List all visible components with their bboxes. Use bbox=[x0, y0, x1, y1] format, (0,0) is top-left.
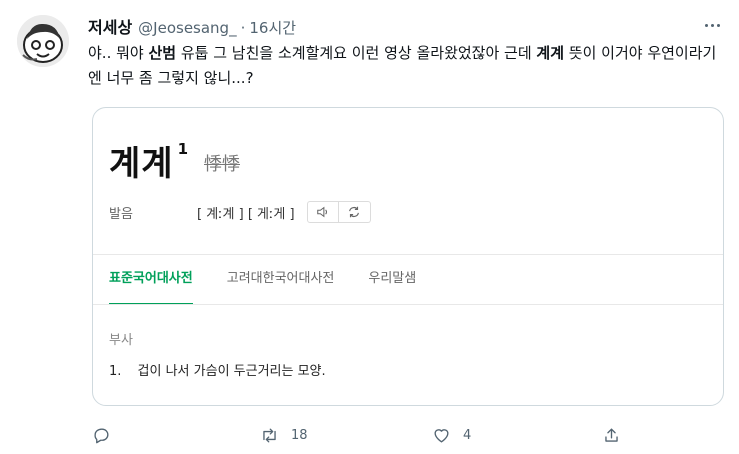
definition: 1. 겁이 나서 가슴이 두근거리는 모양. bbox=[109, 360, 326, 379]
tweet-text-part: 야.. 뭐야 bbox=[88, 44, 149, 62]
retweet-button[interactable]: 18 bbox=[260, 422, 308, 448]
share-icon bbox=[602, 426, 621, 445]
tab-urimalsaem[interactable]: 우리말샘 bbox=[368, 255, 416, 305]
tweet-text: 야.. 뭐야 산범 유툽 그 남친을 소계할계요 이런 영상 올라왔었잖아 근데… bbox=[88, 41, 728, 91]
reply-icon bbox=[92, 426, 111, 445]
headword-number: 1 bbox=[177, 140, 188, 158]
headword: 계계 bbox=[109, 144, 174, 184]
definition-number: 1. bbox=[109, 364, 122, 379]
dictionary-headword: 계계 1 悸悸 bbox=[109, 136, 240, 185]
retweet-count: 18 bbox=[291, 427, 308, 443]
tweet-text-bold: 계계 bbox=[536, 44, 565, 62]
tabs-divider bbox=[93, 304, 723, 305]
tweet: 저세상 @Jeosesang_ · 16시간 야.. 뭐야 산범 유툽 그 남친… bbox=[0, 0, 739, 454]
speaker-icon[interactable] bbox=[306, 201, 339, 223]
pronunciation-label: 발음 bbox=[109, 206, 133, 222]
like-icon bbox=[432, 426, 451, 445]
tweet-timestamp[interactable]: 16시간 bbox=[249, 17, 296, 38]
definition-text: 겁이 나서 가슴이 두근거리는 모양. bbox=[137, 364, 326, 379]
tab-standard-dictionary[interactable]: 표준국어대사전 bbox=[109, 255, 193, 305]
retweet-icon bbox=[260, 426, 279, 445]
pronunciation-value: [ 계ː계 ] [ 게ː게 ] bbox=[197, 206, 295, 222]
avatar[interactable] bbox=[17, 15, 69, 67]
repeat-icon[interactable] bbox=[338, 201, 371, 223]
headword-hanja: 悸悸 bbox=[204, 154, 240, 175]
separator-dot: · bbox=[240, 19, 246, 37]
attached-image-card[interactable]: 계계 1 悸悸 발음 [ 계ː계 ] [ 게ː게 ] 표준국어대사전 고려대한국… bbox=[92, 107, 724, 406]
dictionary-tabs: 표준국어대사전 고려대한국어대사전 우리말샘 bbox=[93, 255, 723, 305]
avatar-image bbox=[17, 15, 69, 67]
share-button[interactable] bbox=[602, 422, 621, 448]
user-handle[interactable]: @Jeosesang_ bbox=[138, 19, 236, 37]
pronunciation-row: 발음 [ 계ː계 ] [ 게ː게 ] bbox=[109, 201, 371, 223]
tweet-header: 저세상 @Jeosesang_ · 16시간 bbox=[88, 14, 296, 38]
display-name[interactable]: 저세상 bbox=[88, 14, 132, 38]
like-button[interactable]: 4 bbox=[432, 422, 471, 448]
tweet-text-part: 유툽 그 남친을 소계할계요 이런 영상 올라왔었잖아 근데 bbox=[176, 44, 537, 62]
tab-korea-univ-dictionary[interactable]: 고려대한국어대사전 bbox=[227, 255, 335, 305]
tweet-text-bold: 산범 bbox=[148, 44, 177, 62]
like-count: 4 bbox=[463, 427, 472, 443]
tweet-actions: 18 4 bbox=[92, 422, 632, 448]
reply-button[interactable] bbox=[92, 422, 111, 448]
part-of-speech: 부사 bbox=[109, 333, 133, 348]
more-icon[interactable] bbox=[699, 12, 725, 38]
